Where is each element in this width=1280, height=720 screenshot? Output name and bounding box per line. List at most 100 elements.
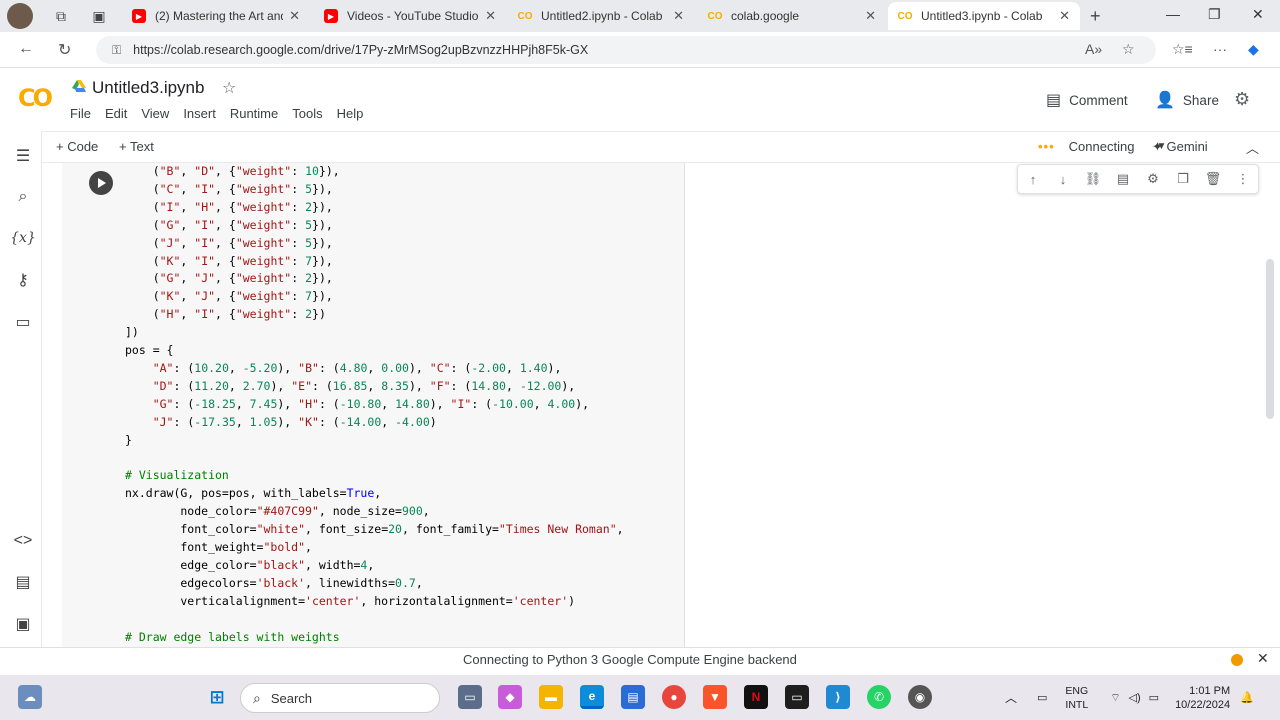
menu-view[interactable]: View [141, 106, 169, 121]
task-view-icon[interactable]: ▭ [458, 685, 482, 709]
code-line: ("C", "I", {"weight": 5}), [125, 181, 333, 196]
code-snippets-icon[interactable]: <> [12, 530, 34, 552]
chevron-up-icon[interactable]: ︿ [1246, 138, 1259, 157]
share-button[interactable]: 👤 Share [1155, 90, 1219, 110]
clock[interactable]: 1:01 PM 10/22/2024 [1175, 684, 1230, 712]
close-tab-icon[interactable]: ✕ [865, 8, 876, 24]
colab-icon: CO [517, 10, 533, 22]
copilot-icon[interactable]: ◆ [1248, 41, 1259, 58]
files-folder-icon[interactable]: ▭ [12, 311, 34, 333]
netflix-icon[interactable]: N [744, 685, 768, 709]
wifi-icon[interactable]: ⌔ [1110, 691, 1120, 705]
close-tab-icon[interactable]: ✕ [485, 8, 496, 24]
edge-browser-icon[interactable]: e [580, 685, 604, 709]
close-tab-icon[interactable]: ✕ [289, 8, 300, 24]
windows-start-icon[interactable]: ⊞ [205, 685, 229, 709]
delete-trash-icon[interactable]: 🗑 [1202, 171, 1224, 187]
profile-avatar[interactable] [7, 3, 33, 29]
add-text-cell-button[interactable]: + Text [119, 139, 154, 154]
status-bar: Connecting to Python 3 Google Compute En… [0, 647, 1280, 675]
gemini-button[interactable]: ✦ Gemini [1152, 139, 1208, 155]
menu-tools[interactable]: Tools [292, 106, 322, 121]
mirror-cell-icon[interactable]: ❐ [1172, 171, 1194, 187]
star-icon[interactable]: ☆ [222, 78, 236, 98]
code-line: ]) [125, 325, 139, 340]
taskbar-search[interactable]: ⌕ Search [240, 683, 440, 713]
menu-help[interactable]: Help [337, 106, 364, 121]
close-tab-icon[interactable]: ✕ [1059, 8, 1070, 24]
browser-tab[interactable]: CO Untitled2.ipynb - Colab ✕ [508, 2, 694, 30]
notebook-title[interactable]: Untitled3.ipynb [92, 78, 204, 98]
scrollbar[interactable] [1266, 259, 1274, 419]
code-editor[interactable]: ("B", "D", {"weight": 10}), ("C", "I", {… [125, 163, 624, 646]
menu-file[interactable]: File [70, 106, 91, 121]
menu-runtime[interactable]: Runtime [230, 106, 278, 121]
close-icon[interactable]: ✕ [1257, 650, 1269, 667]
move-down-icon[interactable]: ↓ [1052, 172, 1074, 187]
weather-widget-icon[interactable]: ☁ [18, 685, 42, 709]
code-line: font_weight="bold", [125, 540, 312, 555]
move-up-icon[interactable]: ↑ [1022, 172, 1044, 187]
notification-bell-icon[interactable]: 🔔 [1240, 691, 1254, 704]
more-vert-icon[interactable]: ⋮ [1232, 171, 1254, 187]
chrome-icon[interactable]: ● [662, 685, 686, 709]
read-aloud-icon[interactable]: A» [1085, 41, 1102, 57]
run-cell-button[interactable] [89, 171, 113, 195]
brave-icon[interactable]: ▼ [703, 685, 727, 709]
more-options-icon[interactable]: ··· [1213, 41, 1227, 57]
comment-button[interactable]: ▤ Comment [1046, 90, 1128, 110]
vscode-icon[interactable]: ⟩ [826, 685, 850, 709]
code-line: edge_color="black", width=4, [125, 557, 375, 572]
terminal-app-icon[interactable]: ▭ [785, 685, 809, 709]
menu-edit[interactable]: Edit [105, 106, 127, 121]
store-icon[interactable]: ▤ [621, 685, 645, 709]
new-tab-icon[interactable]: + [1090, 6, 1101, 27]
restore-icon[interactable]: ❐ [1208, 6, 1221, 23]
comment-icon[interactable]: ▤ [1112, 171, 1134, 187]
chevron-up-icon[interactable]: ︿ [1005, 689, 1017, 706]
site-info-icon[interactable]: ⚿ [112, 43, 121, 58]
settings-gear-icon[interactable]: ⚙ [1234, 89, 1250, 110]
close-tab-icon[interactable]: ✕ [673, 8, 684, 24]
variables-icon[interactable]: {x} [10, 227, 36, 249]
display-icon[interactable]: ▭ [1037, 691, 1047, 704]
refresh-icon[interactable]: ↻ [58, 40, 71, 60]
battery-icon[interactable]: ▭ [1149, 691, 1159, 704]
favorite-star-icon[interactable]: ☆ [1122, 41, 1135, 58]
command-palette-icon[interactable]: ▤ [12, 571, 34, 593]
cell-toolbar: ↑ ↓ ⛓ ▤ ⚙ ❐ 🗑 ⋮ [1017, 164, 1259, 194]
favorites-icon[interactable]: ☆≡ [1172, 41, 1193, 58]
browser-tab[interactable]: CO colab.google ✕ [698, 2, 886, 30]
colab-logo[interactable]: CO [18, 84, 53, 112]
tab-actions-icon[interactable]: ▣ [89, 6, 109, 26]
notebook-area: ("B", "D", {"weight": 10}), ("C", "I", {… [42, 163, 1280, 647]
workspaces-icon[interactable]: ⧉ [51, 6, 71, 26]
copilot-app-icon[interactable]: ◆ [498, 685, 522, 709]
search-icon[interactable]: ⌕ [12, 186, 34, 208]
minimize-icon[interactable]: — [1166, 6, 1180, 22]
table-of-contents-icon[interactable]: ☰ [12, 145, 34, 167]
browser-tab[interactable]: ▶ Videos - YouTube Studio ✕ [314, 2, 506, 30]
menu-insert[interactable]: Insert [183, 106, 216, 121]
add-code-cell-button[interactable]: + Code [56, 139, 98, 154]
search-icon: ⌕ [253, 689, 261, 706]
code-line: ("G", "I", {"weight": 5}), [125, 217, 333, 232]
link-icon[interactable]: ⛓ [1082, 171, 1104, 187]
browser-tab[interactable]: ▶ (2) Mastering the Art and S ✕ [122, 2, 310, 30]
url-field[interactable]: ⚿ https://colab.research.google.com/driv… [96, 36, 1156, 64]
file-explorer-icon[interactable]: ▬ [539, 685, 563, 709]
settings-gear-icon[interactable]: ⚙ [1142, 171, 1164, 187]
volume-icon[interactable]: ◁) [1129, 691, 1141, 704]
browser-tab-active[interactable]: CO Untitled3.ipynb - Colab ✕ [888, 2, 1080, 30]
secrets-key-icon[interactable]: ⚷ [12, 269, 34, 291]
terminal-icon[interactable]: ▣ [12, 613, 34, 635]
code-cell[interactable]: ("B", "D", {"weight": 10}), ("C", "I", {… [62, 163, 684, 647]
obs-icon[interactable]: ◉ [908, 685, 932, 709]
back-arrow-icon[interactable]: ← [18, 40, 34, 58]
runtime-connect-button[interactable]: ••• Connecting ▼ [1038, 139, 1166, 154]
address-bar-row: ← ↻ ⚿ https://colab.research.google.com/… [0, 32, 1280, 68]
close-window-icon[interactable]: ✕ [1252, 6, 1264, 23]
language-indicator[interactable]: ENG INTL [1065, 684, 1088, 712]
whatsapp-icon[interactable]: ✆ [867, 685, 891, 709]
